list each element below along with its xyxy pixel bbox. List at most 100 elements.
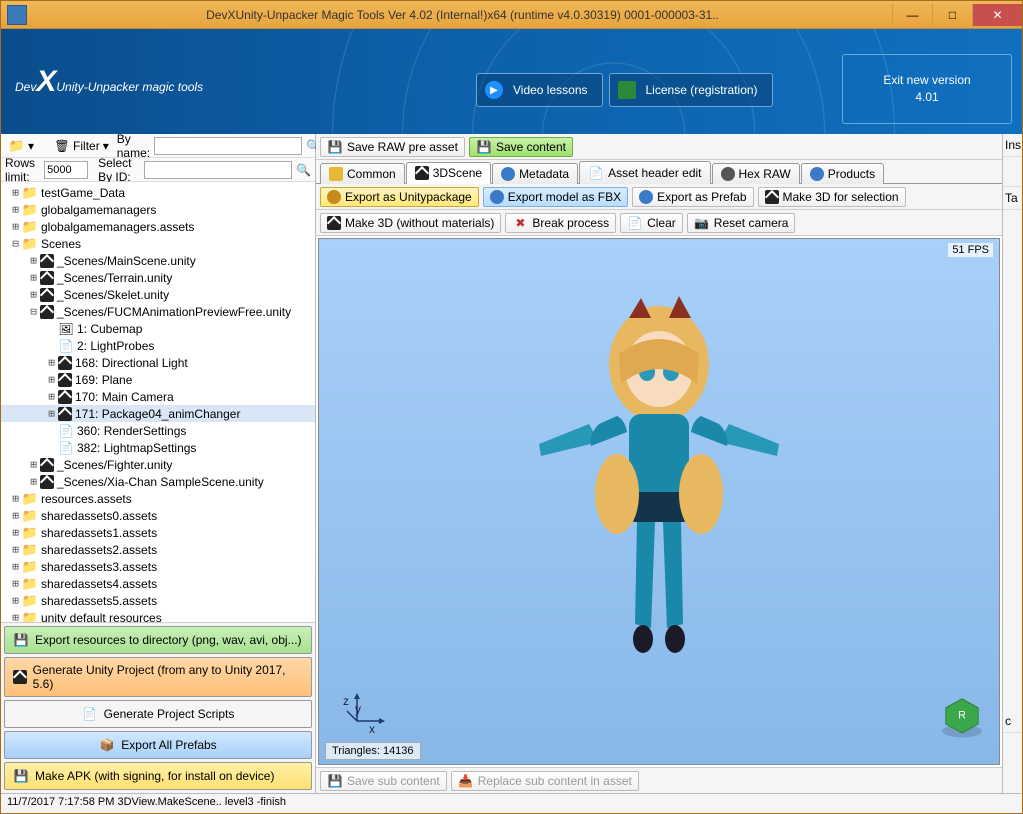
expand-toggle[interactable]: ⊞ xyxy=(27,288,40,301)
inspector-tab[interactable]: Ins xyxy=(1003,134,1022,157)
clear-button[interactable]: Clear xyxy=(620,213,683,233)
tree-item-label: sharedassets0.assets xyxy=(41,509,157,523)
tree-item[interactable]: ⊟Scenes xyxy=(1,235,315,252)
minimize-button[interactable]: — xyxy=(892,4,932,26)
binoculars-icon[interactable]: 🔍 xyxy=(296,162,311,178)
export-prefab-button[interactable]: Export as Prefab xyxy=(632,187,753,207)
expand-toggle[interactable]: ⊞ xyxy=(9,577,22,590)
export-unitypackage-button[interactable]: Export as Unitypackage xyxy=(320,187,479,207)
3d-viewport[interactable]: 51 FPS Triangles: 14136 yzx R xyxy=(318,238,1000,765)
tree-item[interactable]: ⊞globalgamemanagers.assets xyxy=(1,218,315,235)
inspector-panel[interactable]: Ins Ta c xyxy=(1002,134,1022,793)
expand-toggle[interactable]: ⊞ xyxy=(9,526,22,539)
tree-item[interactable]: ⊞testGame_Data xyxy=(1,184,315,201)
video-lessons-button[interactable]: ▶ Video lessons xyxy=(476,73,603,107)
tree-item[interactable]: ⊞sharedassets5.assets xyxy=(1,592,315,609)
tree-item[interactable]: ⊞resources.assets xyxy=(1,490,315,507)
expand-toggle[interactable]: ⊟ xyxy=(27,305,40,318)
expand-toggle[interactable]: ⊞ xyxy=(9,611,22,622)
make-3d-button[interactable]: Make 3D (without materials) xyxy=(320,213,501,233)
folder-icon xyxy=(22,236,38,252)
tree-item[interactable]: ⊞169: Plane xyxy=(1,371,315,388)
tree-item[interactable]: 🖼1: Cubemap xyxy=(1,320,315,337)
replace-icon: 📥 xyxy=(458,773,474,789)
make-apk-button[interactable]: 💾 Make APK (with signing, for install on… xyxy=(4,762,312,790)
expand-toggle[interactable]: ⊞ xyxy=(9,509,22,522)
tab-metadata[interactable]: Metadata xyxy=(492,163,578,184)
expand-toggle[interactable]: ⊞ xyxy=(45,390,58,403)
tree-item[interactable]: ⊟_Scenes/FUCMAnimationPreviewFree.unity xyxy=(1,303,315,320)
reset-camera-button[interactable]: 📷Reset camera xyxy=(687,213,796,233)
expand-toggle[interactable]: ⊞ xyxy=(9,203,22,216)
selectbyid-input[interactable] xyxy=(144,161,292,179)
tree-item-label: 382: LightmapSettings xyxy=(77,441,196,455)
tree-item[interactable]: ⊞171: Package04_animChanger xyxy=(1,405,315,422)
expand-toggle[interactable]: ⊞ xyxy=(9,186,22,199)
export-prefabs-button[interactable]: 📦 Export All Prefabs xyxy=(4,731,312,759)
asset-tree[interactable]: ⊞testGame_Data⊞globalgamemanagers⊞global… xyxy=(1,182,315,622)
tree-item[interactable]: 2: LightProbes xyxy=(1,337,315,354)
tree-item[interactable]: ⊞170: Main Camera xyxy=(1,388,315,405)
license-icon xyxy=(618,81,636,99)
expand-toggle[interactable]: ⊞ xyxy=(27,271,40,284)
export-resources-button[interactable]: 💾 Export resources to directory (png, wa… xyxy=(4,626,312,654)
make-3d-selection-button[interactable]: Make 3D for selection xyxy=(758,187,906,207)
tree-item[interactable]: ⊞sharedassets3.assets xyxy=(1,558,315,575)
tree-item[interactable]: 382: LightmapSettings xyxy=(1,439,315,456)
document-icon xyxy=(58,423,74,439)
expand-toggle[interactable]: ⊞ xyxy=(27,254,40,267)
save-icon: 💾 xyxy=(327,773,343,789)
maximize-button[interactable]: □ xyxy=(932,4,972,26)
exit-version-button[interactable]: Exit new version4.01 xyxy=(842,54,1012,124)
expand-toggle[interactable]: ⊞ xyxy=(27,458,40,471)
expand-toggle[interactable]: ⊞ xyxy=(9,220,22,233)
folder-open-button[interactable]: ▾ xyxy=(5,137,38,155)
tab-hex[interactable]: Hex RAW xyxy=(712,163,800,184)
tree-item[interactable]: ⊞sharedassets2.assets xyxy=(1,541,315,558)
expand-toggle[interactable]: ⊞ xyxy=(45,356,58,369)
save-raw-button[interactable]: 💾Save RAW pre asset xyxy=(320,137,465,157)
expand-toggle[interactable]: ⊞ xyxy=(9,492,22,505)
tab-3dscene[interactable]: 3DScene xyxy=(406,162,491,184)
filter-icon: 🗑 xyxy=(54,138,70,154)
rowslimit-label: Rows limit: xyxy=(5,156,40,184)
tree-item[interactable]: 360: RenderSettings xyxy=(1,422,315,439)
generate-scripts-button[interactable]: 📄 Generate Project Scripts xyxy=(4,700,312,728)
image-icon: 🖼 xyxy=(58,321,74,337)
expand-toggle[interactable]: ⊞ xyxy=(45,407,58,420)
replace-sub-content-button[interactable]: 📥Replace sub content in asset xyxy=(451,771,639,791)
tree-item[interactable]: ⊞_Scenes/Skelet.unity xyxy=(1,286,315,303)
expand-toggle[interactable]: ⊞ xyxy=(9,560,22,573)
tree-item[interactable]: ⊞sharedassets4.assets xyxy=(1,575,315,592)
close-button[interactable]: ✕ xyxy=(972,4,1022,26)
c-tab[interactable]: c xyxy=(1003,710,1022,733)
tree-item[interactable]: ⊞ sharedassets0.assets xyxy=(1,507,315,524)
tree-item[interactable]: ⊞_Scenes/Fighter.unity xyxy=(1,456,315,473)
break-process-button[interactable]: ✖Break process xyxy=(505,213,616,233)
generate-unity-project-button[interactable]: Generate Unity Project (from any to Unit… xyxy=(4,657,312,697)
tree-item[interactable]: ⊞_Scenes/Terrain.unity xyxy=(1,269,315,286)
expand-toggle[interactable]: ⊞ xyxy=(9,594,22,607)
tab-products[interactable]: Products xyxy=(801,163,884,184)
expand-toggle[interactable]: ⊞ xyxy=(45,373,58,386)
rowslimit-input[interactable] xyxy=(44,161,88,179)
expand-toggle[interactable]: ⊞ xyxy=(9,543,22,556)
tree-item[interactable]: ⊞_Scenes/Xia-Chan SampleScene.unity xyxy=(1,473,315,490)
tree-item[interactable]: ⊞sharedassets1.assets xyxy=(1,524,315,541)
license-button[interactable]: License (registration) xyxy=(609,73,773,107)
orientation-gizmo[interactable]: R xyxy=(935,688,989,742)
expand-toggle[interactable]: ⊟ xyxy=(9,237,22,250)
expand-toggle[interactable]: ⊞ xyxy=(27,475,40,488)
tree-item[interactable]: ⊞unity default resources xyxy=(1,609,315,622)
export-fbx-button[interactable]: Export model as FBX xyxy=(483,187,628,207)
tab-asset-header[interactable]: Asset header edit xyxy=(579,161,710,184)
byname-input[interactable] xyxy=(154,137,302,155)
tags-tab[interactable]: Ta xyxy=(1003,187,1022,210)
save-content-button[interactable]: 💾Save content xyxy=(469,137,573,157)
filter-button[interactable]: 🗑Filter ▾ xyxy=(50,137,113,155)
tab-common[interactable]: Common xyxy=(320,163,405,184)
save-sub-content-button[interactable]: 💾Save sub content xyxy=(320,771,447,791)
tree-item[interactable]: ⊞globalgamemanagers xyxy=(1,201,315,218)
tree-item[interactable]: ⊞_Scenes/MainScene.unity xyxy=(1,252,315,269)
tree-item[interactable]: ⊞168: Directional Light xyxy=(1,354,315,371)
